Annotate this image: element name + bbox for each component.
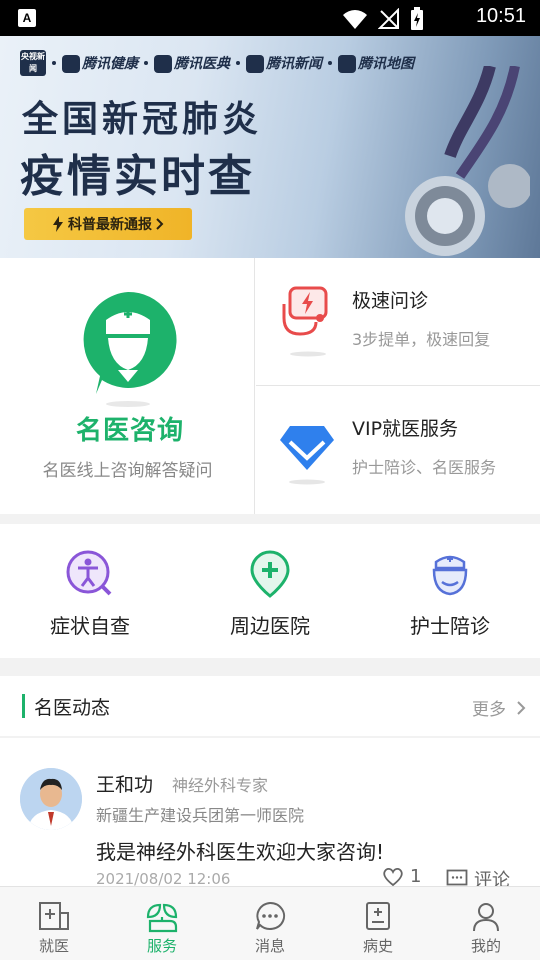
system-icons xyxy=(342,7,424,31)
comment-button[interactable]: 评论 xyxy=(446,866,510,888)
section-accent-bar xyxy=(22,694,25,718)
separator-dot xyxy=(52,61,56,65)
tab-label: 病史 xyxy=(362,937,393,955)
consult-section: 名医咨询 名医线上咨询解答疑问 极速问诊 3步提单，极速回复 VIP就医服务 护… xyxy=(0,258,540,514)
chevron-right-icon xyxy=(517,700,526,715)
profile-icon xyxy=(473,903,499,932)
tab-label: 就医 xyxy=(38,937,69,955)
shortcut-label: 症状自查 xyxy=(50,614,130,638)
tab-label: 我的 xyxy=(470,937,501,955)
shortcut-row: 症状自查 周边医院 护士陪诊 xyxy=(0,524,540,658)
app-notification-icon: A xyxy=(18,9,36,27)
vip-service-subtitle: 护士陪诊、名医服务 xyxy=(352,458,497,477)
separator-dot xyxy=(328,61,332,65)
partner-tencent-news: 腾讯新闻 xyxy=(246,53,322,74)
covid-banner[interactable]: 央视新闻 腾讯健康 腾讯医典 腾讯新闻 腾讯地图 全国新冠肺炎 疫情实时查 科普… xyxy=(0,36,540,258)
famous-doctor-consult-card[interactable]: 名医咨询 名医线上咨询解答疑问 xyxy=(0,258,255,514)
post-message: 我是神经外科医生欢迎大家咨询! xyxy=(96,840,385,864)
quick-consult-subtitle: 3步提单，极速回复 xyxy=(352,330,491,349)
body-search-icon xyxy=(66,550,112,596)
shortcut-nurse-escort[interactable]: 护士陪诊 xyxy=(360,524,540,658)
doctor-title: 神经外科专家 xyxy=(172,776,269,795)
like-count: 1 xyxy=(410,866,422,887)
shortcut-label: 护士陪诊 xyxy=(410,614,490,638)
battery-charging-icon xyxy=(411,7,423,30)
lightning-icon xyxy=(53,216,63,232)
stethoscope-lightning-icon xyxy=(282,286,328,357)
doctor-news-header: 名医动态 更多 xyxy=(0,676,540,736)
section-title: 名医动态 xyxy=(34,697,111,719)
tab-label: 服务 xyxy=(146,937,177,955)
medical-record-icon xyxy=(366,902,390,930)
nurse-icon xyxy=(432,555,468,596)
famous-doctor-title: 名医咨询 xyxy=(76,416,185,446)
cta-label: 科普最新通报 xyxy=(68,217,152,233)
news-icon xyxy=(246,55,264,74)
more-label: 更多 xyxy=(472,700,506,720)
tab-wode[interactable]: 我的 xyxy=(432,887,540,960)
message-icon xyxy=(256,901,286,930)
vip-service-title: VIP就医服务 xyxy=(352,418,459,440)
tab-xiaoxi[interactable]: 消息 xyxy=(216,887,324,960)
partner-tencent-health: 腾讯健康 xyxy=(62,53,138,74)
nurse-chat-icon xyxy=(83,291,177,407)
status-time: 10:51 xyxy=(475,5,526,27)
hospital-pin-icon xyxy=(250,550,290,598)
partner-tencent-yidian: 腾讯医典 xyxy=(154,53,230,74)
shortcut-nearby-hospital[interactable]: 周边医院 xyxy=(180,524,360,658)
banner-headline-1: 全国新冠肺炎 xyxy=(22,99,263,140)
tab-fuwu[interactable]: 服务 xyxy=(108,887,216,960)
quick-consult-card[interactable]: 极速问诊 3步提单，极速回复 xyxy=(256,258,540,386)
hospital-tab-icon xyxy=(39,902,69,930)
separator-dot xyxy=(144,61,148,65)
stethoscope-illustration xyxy=(405,66,530,256)
doctor-post[interactable]: 王和功 神经外科专家 新疆生产建设兵团第一师医院 我是神经外科医生欢迎大家咨询!… xyxy=(0,738,540,888)
chevron-right-icon xyxy=(156,218,164,230)
banner-headline-2: 疫情实时查 xyxy=(20,151,255,202)
no-signal-icon xyxy=(378,8,399,29)
doctor-avatar-image xyxy=(20,768,82,830)
quick-consult-title: 极速问诊 xyxy=(352,290,429,312)
shortcut-label: 周边医院 xyxy=(230,614,310,638)
service-leaf-icon xyxy=(146,903,178,933)
wifi-icon xyxy=(343,10,367,29)
plus-icon xyxy=(62,55,80,74)
comment-label: 评论 xyxy=(474,870,510,888)
famous-doctor-subtitle: 名医线上咨询解答疑问 xyxy=(42,461,213,481)
bottom-tab-bar: 就医 服务 消息 病史 我的 xyxy=(0,886,540,960)
status-bar: A 10:51 xyxy=(0,0,540,36)
tab-jiuyi[interactable]: 就医 xyxy=(0,887,108,960)
heart-icon xyxy=(383,867,403,886)
doctor-name: 王和功 xyxy=(96,774,154,796)
book-icon xyxy=(154,55,172,74)
tab-bingshi[interactable]: 病史 xyxy=(324,887,432,960)
banner-cta-button[interactable]: 科普最新通报 xyxy=(24,208,192,240)
shortcut-symptom-check[interactable]: 症状自查 xyxy=(0,524,180,658)
doctor-hospital: 新疆生产建设兵团第一师医院 xyxy=(96,806,305,825)
vip-service-card[interactable]: VIP就医服务 护士陪诊、名医服务 xyxy=(256,386,540,514)
avatar[interactable] xyxy=(20,768,82,830)
diamond-icon xyxy=(280,426,334,485)
tab-label: 消息 xyxy=(254,937,285,955)
more-link[interactable]: 更多 xyxy=(472,695,526,720)
separator-dot xyxy=(236,61,240,65)
like-button[interactable]: 1 xyxy=(382,866,421,887)
cctv-news-logo: 央视新闻 xyxy=(20,50,46,76)
